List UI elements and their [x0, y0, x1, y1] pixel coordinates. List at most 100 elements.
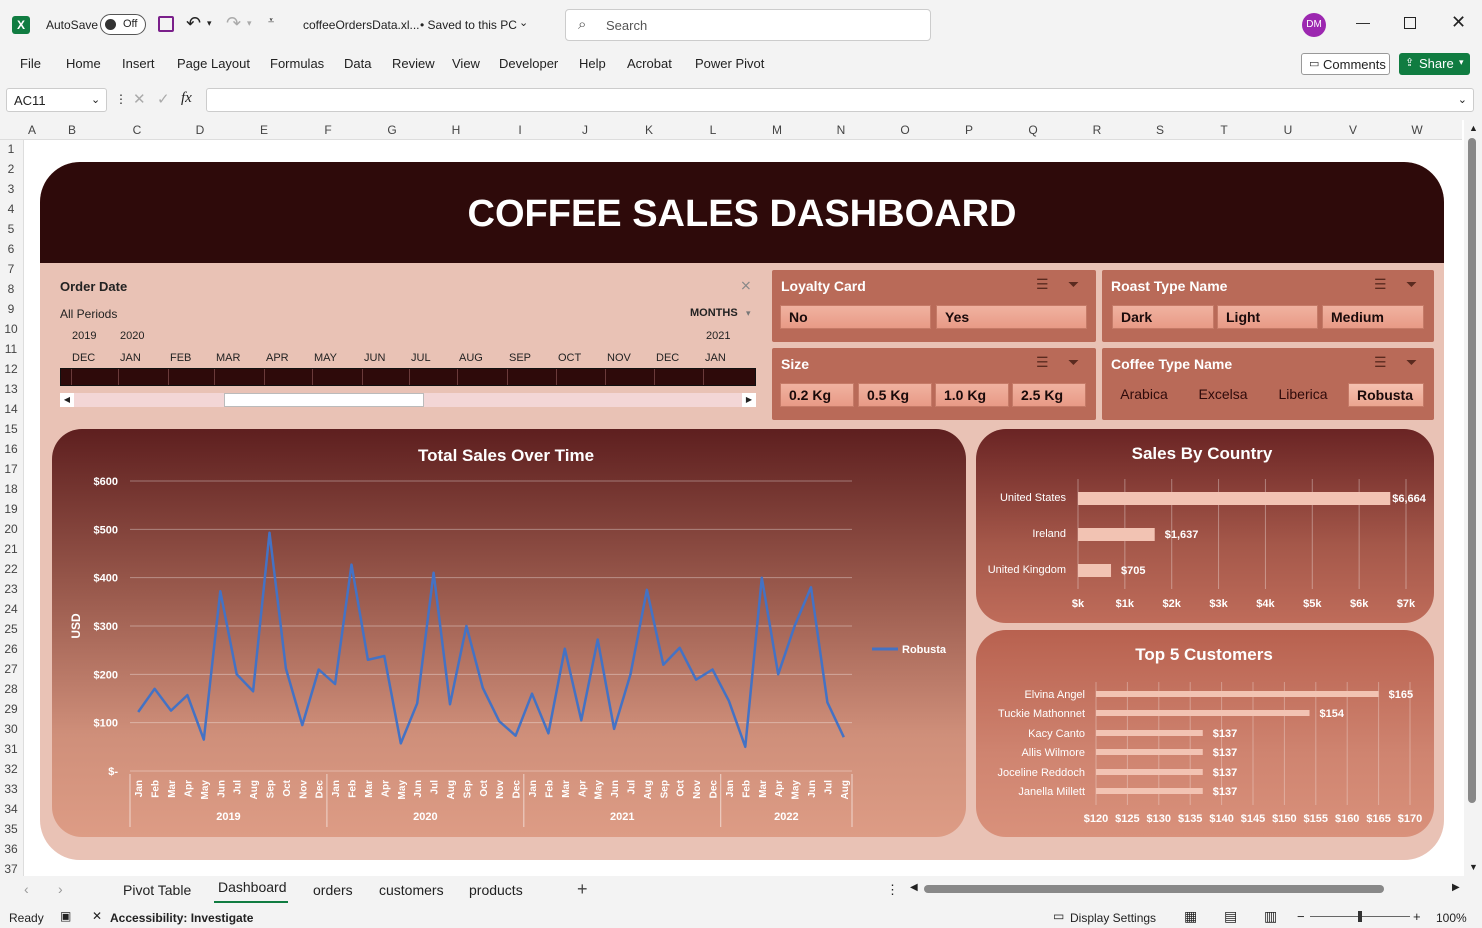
row-header[interactable]: 37 — [0, 862, 22, 876]
saved-status[interactable]: • Saved to this PC — [420, 18, 517, 32]
sales-by-country-chart[interactable]: Sales By Country $k $1k $2k $3k $4k $5k $6k $7k U… — [976, 429, 1434, 623]
chevron-right-icon[interactable]: › — [58, 881, 63, 897]
accessibility-icon[interactable]: ✕ — [92, 909, 102, 923]
column-header[interactable]: D — [180, 120, 220, 140]
column-header[interactable]: B — [52, 120, 92, 140]
timeline-cell[interactable] — [703, 369, 704, 385]
timeline-cell[interactable] — [312, 369, 313, 385]
row-header[interactable]: 33 — [0, 782, 22, 796]
save-icon[interactable] — [158, 16, 174, 32]
column-header[interactable]: Q — [1013, 120, 1053, 140]
column-header[interactable]: E — [244, 120, 284, 140]
page-layout-icon[interactable]: ▤ — [1224, 908, 1237, 925]
sheet-tab-pivot-table[interactable]: Pivot Table — [123, 882, 191, 898]
scroll-thumb[interactable] — [1468, 138, 1476, 803]
maximize-icon[interactable] — [1404, 17, 1416, 29]
display-settings[interactable]: Display Settings — [1070, 911, 1156, 925]
order-date-timeline[interactable]: Order Date ⨯ All Periods MONTHS ▾ 2019 2… — [52, 270, 764, 416]
total-sales-chart[interactable]: Total Sales Over Time $- $100 $200 $300 $400 $… — [52, 429, 966, 837]
comments-button[interactable]: ▭ Comments — [1301, 53, 1390, 75]
row-header[interactable]: 20 — [0, 522, 22, 536]
row-header[interactable]: 6 — [0, 242, 22, 256]
column-header[interactable]: A — [12, 120, 52, 140]
chevron-left-icon[interactable]: ‹ — [24, 881, 29, 897]
column-header[interactable]: H — [436, 120, 476, 140]
slicer-item-liberica[interactable]: Liberica — [1266, 383, 1340, 407]
row-header[interactable]: 10 — [0, 322, 22, 336]
scroll-down-icon[interactable]: ▼ — [1469, 862, 1478, 872]
slicer-item-robusta[interactable]: Robusta — [1348, 383, 1424, 407]
zoom-slider-thumb[interactable] — [1358, 911, 1362, 922]
tab-acrobat[interactable]: Acrobat — [627, 56, 672, 71]
sheet-tab-dashboard[interactable]: Dashboard — [218, 879, 287, 895]
slicer-item-2-5kg[interactable]: 2.5 Kg — [1012, 383, 1086, 407]
row-header[interactable]: 24 — [0, 602, 22, 616]
filter-icon[interactable]: ⏷ — [1406, 276, 1417, 293]
row-header[interactable]: 16 — [0, 442, 22, 456]
row-header[interactable]: 21 — [0, 542, 22, 556]
row-header[interactable]: 13 — [0, 382, 22, 396]
chevron-down-icon[interactable]: ▾ — [746, 308, 751, 319]
row-header[interactable]: 5 — [0, 222, 22, 236]
timeline-cell[interactable] — [556, 369, 557, 385]
insert-function-icon[interactable]: fx — [181, 90, 192, 107]
zoom-in-icon[interactable]: + — [1413, 909, 1421, 924]
row-header[interactable]: 7 — [0, 262, 22, 276]
tab-developer[interactable]: Developer — [499, 56, 558, 71]
column-header[interactable]: V — [1333, 120, 1373, 140]
row-header[interactable]: 36 — [0, 842, 22, 856]
column-header[interactable]: U — [1268, 120, 1308, 140]
row-header[interactable]: 35 — [0, 822, 22, 836]
row-header[interactable]: 12 — [0, 362, 22, 376]
macro-icon[interactable]: ▣ — [60, 909, 71, 923]
timeline-cell[interactable] — [654, 369, 655, 385]
sheet-tab-orders[interactable]: orders — [313, 882, 353, 898]
timeline-bar[interactable] — [60, 368, 756, 386]
tab-file[interactable]: File — [20, 56, 41, 71]
row-header[interactable]: 4 — [0, 202, 22, 216]
column-header[interactable]: R — [1077, 120, 1117, 140]
clear-filter-icon[interactable]: ⨯ — [740, 277, 752, 294]
page-break-icon[interactable]: ▥ — [1264, 908, 1277, 925]
scroll-left-icon[interactable]: ◀ — [910, 882, 918, 893]
multi-select-icon[interactable]: ☰ — [1036, 354, 1049, 371]
row-header[interactable]: 17 — [0, 462, 22, 476]
row-header[interactable]: 11 — [0, 342, 22, 356]
add-sheet-icon[interactable]: + — [577, 879, 588, 900]
file-name[interactable]: coffeeOrdersData.xl... — [303, 18, 420, 32]
cancel-icon[interactable]: ✕ — [133, 90, 146, 108]
scroll-up-icon[interactable]: ▲ — [1469, 123, 1478, 133]
row-header[interactable]: 15 — [0, 422, 22, 436]
multi-select-icon[interactable]: ☰ — [1374, 276, 1387, 293]
slicer-item-0-5kg[interactable]: 0.5 Kg — [858, 383, 932, 407]
customize-toolbar-icon[interactable]: ⩡ — [268, 15, 274, 28]
name-box[interactable]: AC11 ⌄ — [6, 88, 107, 112]
timeline-cell[interactable] — [118, 369, 119, 385]
column-header[interactable]: O — [885, 120, 925, 140]
slicer-item-excelsa[interactable]: Excelsa — [1186, 383, 1260, 407]
row-header[interactable]: 26 — [0, 642, 22, 656]
zoom-out-icon[interactable]: − — [1297, 909, 1305, 924]
timeline-scrollbar[interactable]: ◀ ▶ — [60, 393, 756, 407]
clear-filter-icon[interactable]: ⏷ — [1406, 354, 1417, 371]
timeline-cell[interactable] — [214, 369, 215, 385]
row-header[interactable]: 2 — [0, 162, 22, 176]
redo-dropdown-icon[interactable]: ▾ — [247, 18, 252, 29]
formula-input[interactable]: ⌄ — [206, 88, 1474, 112]
column-header[interactable]: J — [565, 120, 605, 140]
row-header[interactable]: 18 — [0, 482, 22, 496]
row-header[interactable]: 3 — [0, 182, 22, 196]
row-header[interactable]: 23 — [0, 582, 22, 596]
column-header[interactable]: M — [757, 120, 797, 140]
accessibility-status[interactable]: Accessibility: Investigate — [110, 911, 253, 925]
close-icon[interactable]: ✕ — [1451, 12, 1466, 33]
tab-power-pivot[interactable]: Power Pivot — [695, 56, 764, 71]
slicer-item-dark[interactable]: Dark — [1112, 305, 1214, 329]
column-header[interactable]: I — [500, 120, 540, 140]
timeline-cell[interactable] — [457, 369, 458, 385]
tab-home[interactable]: Home — [66, 56, 101, 71]
row-header[interactable]: 30 — [0, 722, 22, 736]
scroll-thumb[interactable] — [924, 885, 1384, 893]
autosave-toggle[interactable]: Off — [100, 14, 146, 35]
undo-icon[interactable]: ↶ — [186, 13, 201, 34]
